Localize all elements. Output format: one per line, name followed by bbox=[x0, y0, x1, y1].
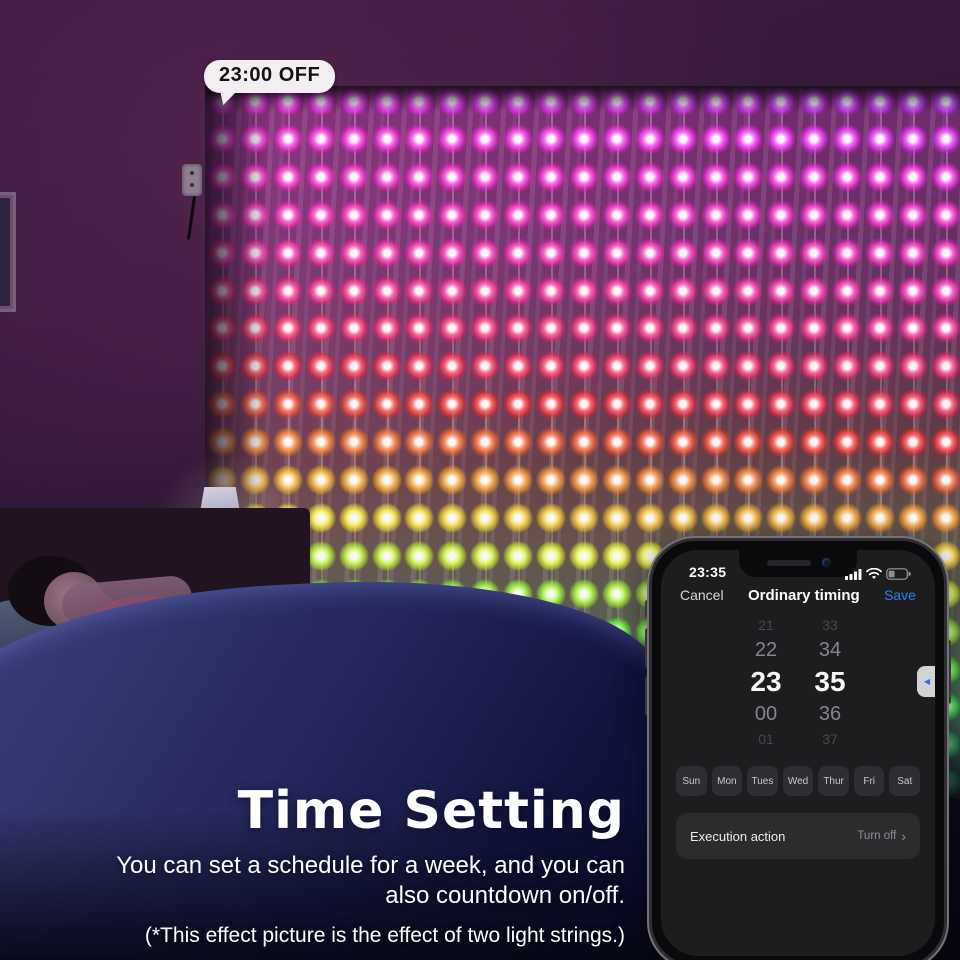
status-time: 23:35 bbox=[689, 564, 726, 580]
power-cord bbox=[187, 196, 196, 240]
speaker-grille bbox=[767, 560, 811, 566]
phone-notch bbox=[739, 550, 857, 577]
hour-picker-wheel[interactable]: 21 22 23 00 01 bbox=[742, 614, 790, 750]
wall-outlet bbox=[182, 164, 202, 196]
schedule-bubble-label: 23:00 OFF bbox=[219, 64, 320, 86]
phone-mockup: 23:35 bbox=[649, 538, 947, 960]
minute-option-selected: 35 bbox=[806, 664, 854, 700]
battery-icon bbox=[886, 568, 911, 580]
hour-option: 22 bbox=[742, 636, 790, 664]
minute-option: 33 bbox=[806, 614, 854, 636]
save-button[interactable]: Save bbox=[884, 587, 916, 603]
status-icons bbox=[845, 568, 911, 580]
wifi-icon bbox=[866, 568, 882, 580]
side-drawer-handle[interactable]: ◀ bbox=[917, 666, 935, 697]
page-title: Ordinary timing bbox=[748, 587, 860, 604]
day-button-wed[interactable]: Wed bbox=[783, 766, 814, 796]
hour-option: 21 bbox=[742, 614, 790, 636]
execution-action-label: Execution action bbox=[690, 829, 785, 844]
footnote: (*This effect picture is the effect of t… bbox=[40, 924, 625, 948]
schedule-bubble: 23:00 OFF bbox=[204, 60, 335, 93]
day-button-sun[interactable]: Sun bbox=[676, 766, 707, 796]
day-button-fri[interactable]: Fri bbox=[854, 766, 885, 796]
execution-action-value: Turn off › bbox=[857, 829, 906, 843]
front-camera bbox=[822, 558, 831, 567]
cancel-button[interactable]: Cancel bbox=[680, 587, 724, 603]
marketing-copy: Time Setting You can set a schedule for … bbox=[40, 784, 625, 948]
hour-option: 00 bbox=[742, 700, 790, 728]
product-marketing-image: 23:00 OFF Time Setting You can set a sch… bbox=[0, 0, 960, 960]
day-button-thur[interactable]: Thur bbox=[818, 766, 849, 796]
nav-header: Cancel Ordinary timing Save bbox=[661, 584, 935, 606]
minute-picker-wheel[interactable]: 33 34 35 36 37 bbox=[806, 614, 854, 750]
hour-option-selected: 23 bbox=[742, 664, 790, 700]
headline: Time Setting bbox=[40, 784, 625, 839]
subtitle: You can set a schedule for a week, and y… bbox=[40, 851, 625, 911]
minute-option: 37 bbox=[806, 728, 854, 750]
hour-option: 01 bbox=[742, 728, 790, 750]
subtitle-line-2: also countdown on/off. bbox=[385, 882, 625, 909]
picture-frame bbox=[0, 192, 16, 312]
execution-action-row[interactable]: Execution action Turn off › bbox=[676, 813, 920, 859]
chevron-right-icon: › bbox=[901, 829, 906, 843]
minute-option: 36 bbox=[806, 700, 854, 728]
subtitle-line-1: You can set a schedule for a week, and y… bbox=[116, 852, 625, 879]
day-button-mon[interactable]: Mon bbox=[712, 766, 743, 796]
day-button-sat[interactable]: Sat bbox=[889, 766, 920, 796]
day-button-tues[interactable]: Tues bbox=[747, 766, 778, 796]
chevron-left-icon: ◀ bbox=[924, 677, 930, 686]
minute-option: 34 bbox=[806, 636, 854, 664]
phone-screen: 23:35 bbox=[661, 550, 935, 956]
weekday-selector: Sun Mon Tues Wed Thur Fri Sat bbox=[676, 766, 920, 796]
time-picker: 21 22 23 00 01 33 34 35 36 37 bbox=[661, 614, 935, 750]
